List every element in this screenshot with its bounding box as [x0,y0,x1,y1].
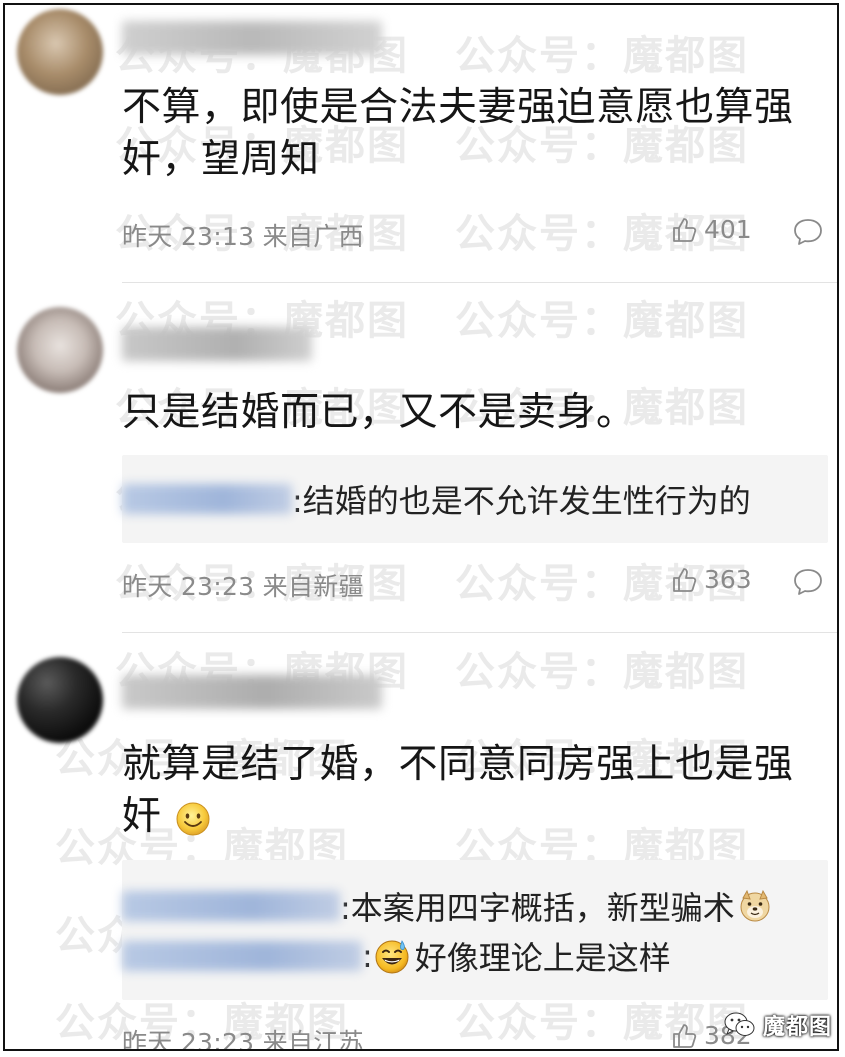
username-blurred[interactable] [122,675,382,709]
comment-meta: 昨天 23:13 来自广西 [122,222,364,251]
speech-bubble-icon[interactable] [792,567,824,597]
avatar[interactable] [17,9,103,95]
reply-box[interactable]: :结婚的也是不允许发生性行为的 [122,455,828,543]
divider [122,282,837,283]
comment-text: 只是结婚而已，又不是卖身。 [122,390,636,435]
reply-username-blurred[interactable] [122,484,292,514]
avatar[interactable] [17,307,103,393]
divider [122,632,837,633]
wechat-logo-icon [724,1012,755,1036]
sweat-smile-emoji-icon [375,940,409,974]
reply-line: :本案用四字概括，新型骗术 [122,882,773,930]
reply-text: 好像理论上是这样 [414,939,671,977]
reply-separator: : [362,937,373,975]
comment-item: 不算，即使是合法夫妻强迫意愿也算强奸，望周知 昨天 23:13 来自广西 401 [5,5,837,283]
brand-logo-text: 魔都图 [763,1015,833,1040]
comment-list-frame: 公众号：魔都图 公众号：魔都图 公众号：魔都图 公众号：魔都图 公众号：魔都图 … [3,3,839,1051]
reply-line: : 好像理论上是这样 [122,932,671,980]
reply-username-blurred[interactable] [122,891,340,921]
comment-text: 不算，即使是合法夫妻强迫意愿也算强奸，望周知 [122,85,794,182]
username-blurred[interactable] [122,327,312,361]
thumbs-up-icon [673,1023,697,1048]
comment-text-content: 就算是结了婚，不同意同房强上也是强奸 [122,742,794,839]
comment-text: 就算是结了婚，不同意同房强上也是强奸 [122,739,822,843]
brand-logo: 魔都图 [723,1005,832,1045]
comment-item: 只是结婚而已，又不是卖身。 :结婚的也是不允许发生性行为的 昨天 23:23 来… [5,285,837,633]
comment-meta: 昨天 23:23 来自新疆 [122,572,364,601]
like-count: 363 [704,565,752,594]
like-count: 401 [704,215,752,244]
avatar[interactable] [17,657,103,743]
thumbs-up-icon [673,217,697,242]
reply-text: :本案用四字概括，新型骗术 [340,889,735,927]
reply-username-blurred[interactable] [122,941,362,971]
reply-text: :结婚的也是不允许发生性行为的 [292,482,751,520]
comment-meta: 昨天 23:23 来自江苏 [122,1028,364,1051]
like-button[interactable]: 363 [670,565,752,594]
smile-emoji-icon [176,802,210,835]
thumbs-up-icon [673,567,697,592]
reply-line: :结婚的也是不允许发生性行为的 [122,475,751,523]
reply-box[interactable]: :本案用四字概括，新型骗术 : 好像理论上是这样 [122,860,828,1000]
username-blurred[interactable] [122,21,382,55]
like-button[interactable]: 401 [670,215,752,244]
doge-emoji-icon [740,889,770,922]
speech-bubble-icon[interactable] [792,217,824,247]
comment-item: 就算是结了婚，不同意同房强上也是强奸 :本案用四字概括，新型骗术: 好像理论上… [5,635,837,1049]
